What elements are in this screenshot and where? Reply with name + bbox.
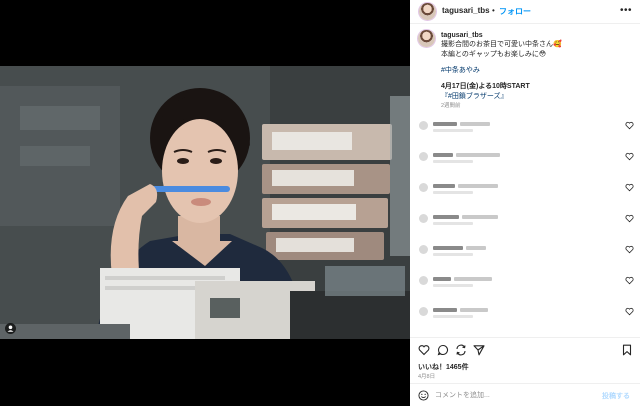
comment-avatar[interactable]	[419, 121, 428, 130]
comment-input[interactable]	[435, 389, 585, 402]
author-username[interactable]: tagusari_tbs	[442, 6, 490, 15]
comment-avatar[interactable]	[419, 276, 428, 285]
comment-icon[interactable]	[437, 344, 449, 356]
comment-row[interactable]	[410, 272, 640, 294]
repost-icon[interactable]	[455, 344, 467, 356]
comment-bar: 投稿する	[410, 383, 640, 406]
comment-text	[433, 122, 457, 126]
caption-announce: 4月17日(金)よる10時START	[441, 83, 530, 90]
comment-row[interactable]	[410, 241, 640, 263]
header-separator: •	[492, 6, 495, 15]
action-bar	[410, 337, 640, 359]
comment-text	[433, 184, 455, 188]
comment-avatar[interactable]	[419, 214, 428, 223]
caption-hashtag[interactable]: #中条あやみ	[441, 66, 631, 76]
tagged-user-icon[interactable]	[5, 323, 16, 334]
post-date: 4月8日	[418, 374, 436, 380]
comment-text	[460, 122, 490, 126]
share-icon[interactable]	[473, 344, 485, 356]
comment-text	[460, 308, 488, 312]
comment-meta	[433, 284, 473, 287]
more-horizontal-icon[interactable]: •••	[620, 5, 632, 16]
comment-like-icon[interactable]	[625, 307, 634, 316]
caption-series-tag[interactable]: 『#田鎖ブラザーズ』	[441, 92, 631, 102]
post-side-panel: tagusari_tbs • フォロー ••• tagusari_tbs 撮影合…	[410, 0, 640, 406]
comment-text	[433, 277, 451, 281]
comment-text	[433, 246, 463, 250]
comment-avatar[interactable]	[419, 245, 428, 254]
comment-meta	[433, 160, 473, 163]
comment-avatar[interactable]	[419, 307, 428, 316]
follow-button[interactable]: フォロー	[499, 6, 531, 17]
comment-text	[433, 215, 459, 219]
comment-text	[462, 215, 498, 219]
comment-meta	[433, 191, 473, 194]
comment-like-icon[interactable]	[625, 276, 634, 285]
caption-line-2: 本編とのギャップもお楽しみに😳	[441, 51, 547, 58]
comment-like-icon[interactable]	[625, 214, 634, 223]
comment-text	[433, 153, 453, 157]
comment-like-icon[interactable]	[625, 152, 634, 161]
comment-meta	[433, 253, 473, 256]
author-avatar[interactable]	[419, 3, 436, 20]
heart-icon[interactable]	[418, 344, 430, 356]
comment-meta	[433, 222, 473, 225]
comment-text	[466, 246, 486, 250]
emoji-icon[interactable]	[418, 390, 429, 401]
bookmark-icon[interactable]	[621, 344, 633, 356]
comment-like-icon[interactable]	[625, 183, 634, 192]
comment-row[interactable]	[410, 303, 640, 325]
instagram-post-window: tagusari_tbs • フォロー ••• tagusari_tbs 撮影合…	[0, 0, 640, 406]
caption-text: 撮影合間のお茶目で可愛い中条さん🥰 本編とのギャップもお楽しみに😳 #中条あやみ…	[441, 40, 631, 102]
post-header: tagusari_tbs • フォロー •••	[410, 0, 640, 24]
likes-count[interactable]: いいね！1465件	[418, 362, 469, 372]
comment-meta	[433, 129, 473, 132]
comment-row[interactable]	[410, 179, 640, 201]
comment-like-icon[interactable]	[625, 121, 634, 130]
caption-avatar[interactable]	[418, 30, 435, 47]
comment-row[interactable]	[410, 148, 640, 170]
comment-avatar[interactable]	[419, 152, 428, 161]
photo-illustration	[0, 66, 410, 339]
post-comment-button[interactable]: 投稿する	[602, 391, 630, 401]
comment-row[interactable]	[410, 117, 640, 139]
comment-like-icon[interactable]	[625, 245, 634, 254]
comment-text	[454, 277, 492, 281]
comment-text	[458, 184, 498, 188]
comment-text	[456, 153, 500, 157]
caption-line-1: 撮影合間のお茶目で可愛い中条さん🥰	[441, 41, 562, 48]
comment-meta	[433, 315, 473, 318]
comment-row[interactable]	[410, 210, 640, 232]
comment-text	[433, 308, 457, 312]
post-photo[interactable]	[0, 66, 410, 339]
caption-username[interactable]: tagusari_tbs	[441, 32, 483, 39]
caption-time: 2週間前	[441, 103, 461, 109]
media-panel	[0, 0, 410, 406]
comment-avatar[interactable]	[419, 183, 428, 192]
